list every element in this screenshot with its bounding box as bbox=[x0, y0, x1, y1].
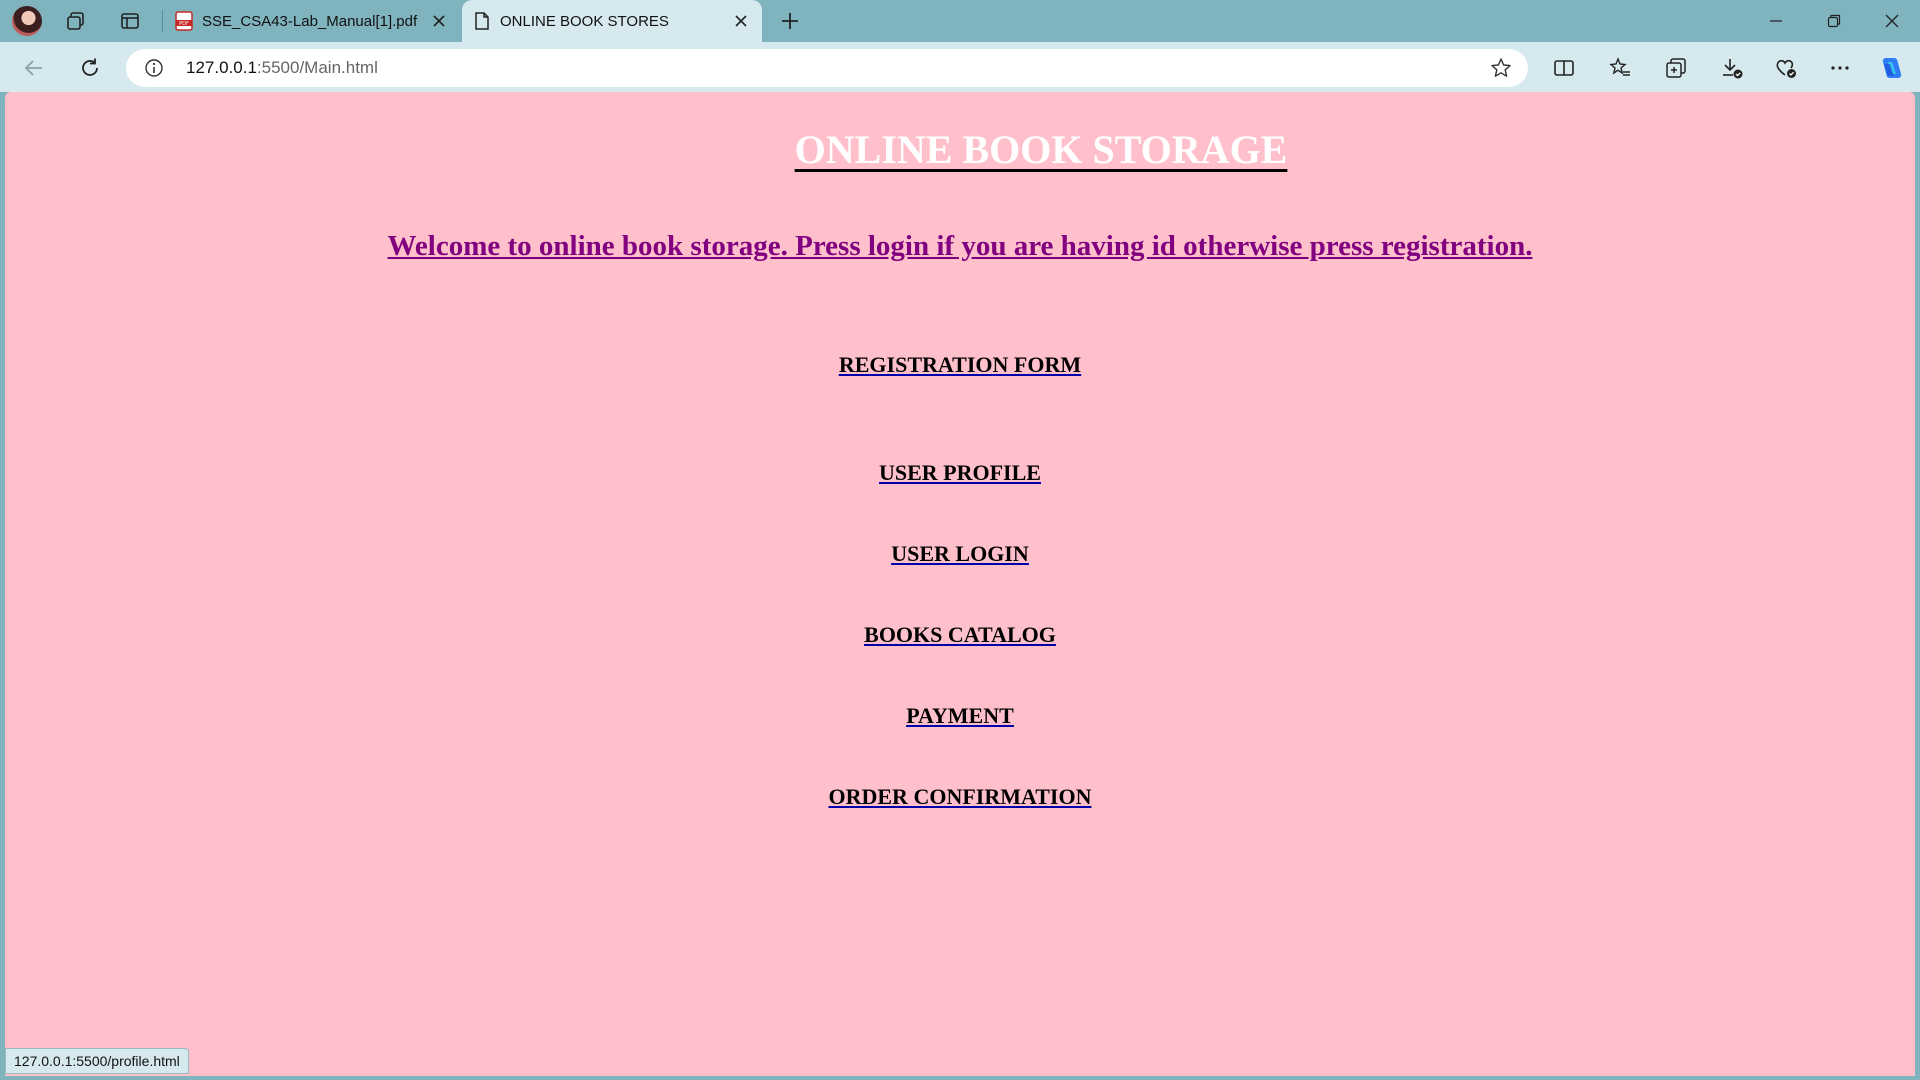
minimize-button[interactable] bbox=[1748, 0, 1804, 42]
window-close-button[interactable] bbox=[1864, 0, 1920, 42]
tab-online-book-stores[interactable]: ONLINE BOOK STORES bbox=[462, 0, 762, 42]
profile-avatar[interactable] bbox=[12, 6, 42, 36]
user-login-link-label[interactable]: USER LOGIN bbox=[891, 541, 1029, 566]
tab-pdf-manual[interactable]: PDF SSE_CSA43-Lab_Manual[1].pdf bbox=[164, 0, 460, 42]
registration-form-link[interactable]: REGISTRATION FORM bbox=[5, 352, 1915, 378]
order-confirmation-link[interactable]: ORDER CONFIRMATION bbox=[5, 784, 1915, 810]
welcome-message[interactable]: Welcome to online book storage. Press lo… bbox=[5, 230, 1915, 263]
site-info-icon[interactable] bbox=[144, 58, 164, 83]
tab-title: SSE_CSA43-Lab_Manual[1].pdf bbox=[202, 12, 418, 30]
close-icon[interactable] bbox=[732, 12, 750, 30]
tab-title: ONLINE BOOK STORES bbox=[500, 12, 669, 30]
url-text[interactable]: 127.0.0.1:5500/Main.html bbox=[186, 58, 378, 78]
split-screen-icon[interactable] bbox=[1548, 52, 1580, 84]
minimize-icon bbox=[1770, 20, 1782, 22]
books-catalog-link[interactable]: BOOKS CATALOG bbox=[5, 622, 1915, 648]
tab-strip: PDF SSE_CSA43-Lab_Manual[1].pdf ONLINE B… bbox=[0, 0, 1920, 42]
plus-icon bbox=[782, 13, 798, 29]
order-confirmation-link-label[interactable]: ORDER CONFIRMATION bbox=[829, 784, 1092, 809]
back-arrow-icon bbox=[24, 60, 42, 76]
tab-actions-icon[interactable] bbox=[116, 7, 144, 35]
books-catalog-link-label[interactable]: BOOKS CATALOG bbox=[864, 622, 1056, 647]
payment-link[interactable]: PAYMENT bbox=[5, 703, 1915, 729]
new-tab-button[interactable] bbox=[776, 7, 804, 35]
page-title: ONLINE BOOK STORAGE bbox=[794, 127, 1288, 172]
browser-essentials-icon[interactable] bbox=[1770, 52, 1802, 84]
favorite-star-icon[interactable] bbox=[1490, 57, 1512, 84]
user-profile-link[interactable]: USER PROFILE bbox=[5, 460, 1915, 486]
page-viewport: ONLINE BOOK STORAGE Welcome to online bo… bbox=[5, 92, 1915, 1076]
refresh-button[interactable] bbox=[74, 52, 106, 84]
collections-icon[interactable] bbox=[1660, 52, 1692, 84]
workspaces-icon[interactable] bbox=[62, 7, 90, 35]
payment-link-label[interactable]: PAYMENT bbox=[906, 703, 1014, 728]
refresh-icon bbox=[82, 58, 98, 76]
downloads-icon[interactable] bbox=[1716, 52, 1748, 84]
restore-button[interactable] bbox=[1806, 0, 1862, 42]
close-icon bbox=[1885, 14, 1899, 28]
svg-text:PDF: PDF bbox=[179, 21, 189, 27]
page-icon bbox=[472, 11, 492, 35]
pdf-icon: PDF bbox=[174, 11, 194, 35]
more-options-icon[interactable] bbox=[1824, 52, 1856, 84]
status-bar-url: 127.0.0.1:5500/profile.html bbox=[5, 1048, 189, 1074]
registration-form-link-label[interactable]: REGISTRATION FORM bbox=[839, 352, 1081, 377]
address-bar[interactable]: 127.0.0.1:5500/Main.html bbox=[126, 49, 1528, 87]
url-path: :5500/Main.html bbox=[256, 58, 378, 77]
url-host: 127.0.0.1 bbox=[186, 58, 257, 77]
user-profile-link-label[interactable]: USER PROFILE bbox=[879, 460, 1041, 485]
tab-separator bbox=[162, 10, 163, 32]
back-button[interactable] bbox=[18, 52, 50, 84]
user-login-link[interactable]: USER LOGIN bbox=[5, 541, 1915, 567]
browser-toolbar: 127.0.0.1:5500/Main.html bbox=[0, 42, 1920, 92]
close-icon[interactable] bbox=[430, 12, 448, 30]
copilot-icon[interactable] bbox=[1876, 52, 1908, 84]
restore-icon bbox=[1827, 14, 1841, 28]
favorites-icon[interactable] bbox=[1604, 52, 1636, 84]
